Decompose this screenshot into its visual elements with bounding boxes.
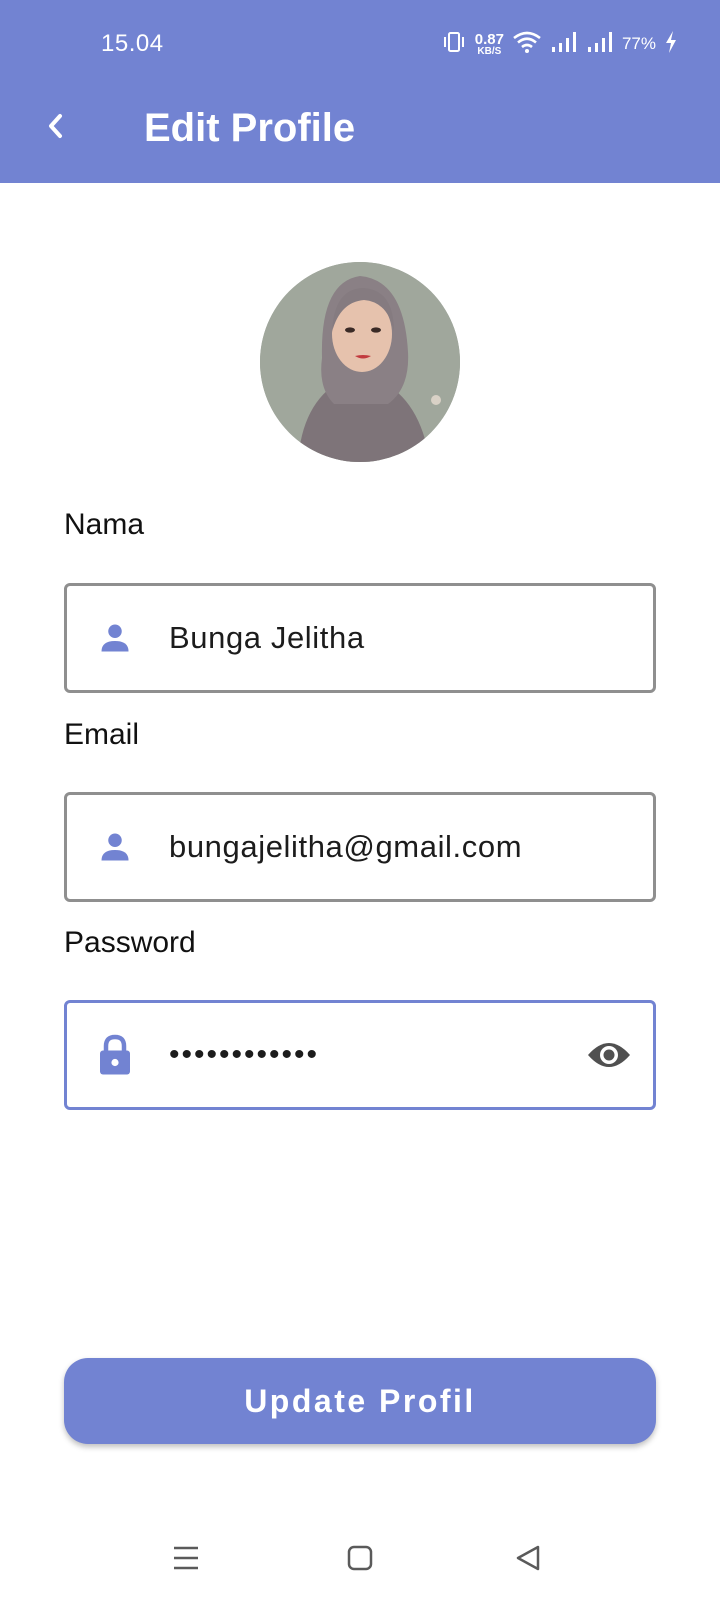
menu-icon — [172, 1545, 200, 1576]
email-field[interactable] — [64, 792, 656, 902]
lock-icon — [93, 1003, 137, 1107]
vibrate-icon — [441, 30, 467, 59]
network-speed-value: 0.87 — [474, 30, 504, 48]
network-speed: 0.87 KB/S — [475, 32, 504, 57]
person-icon — [93, 586, 137, 690]
eye-icon[interactable] — [585, 1003, 633, 1107]
back-button[interactable] — [32, 104, 80, 152]
edit-profile-screen: 15.04 0.87 KB/S 77% Edit Profile Nama Bu… — [0, 0, 720, 1600]
status-time: 15.04 — [101, 30, 164, 57]
update-profile-button[interactable]: Update Profil — [64, 1358, 656, 1444]
name-input[interactable] — [169, 612, 589, 664]
home-nav-button[interactable] — [340, 1540, 380, 1580]
network-speed-unit: KB/S — [477, 45, 502, 57]
system-nav-bar — [0, 1520, 720, 1600]
password-input[interactable] — [169, 1029, 589, 1081]
name-label: Nama — [64, 508, 145, 541]
back-nav-button[interactable] — [508, 1540, 548, 1580]
email-input[interactable] — [169, 821, 589, 873]
status-icons: 0.87 KB/S 77% — [441, 28, 678, 60]
signal-icon-2 — [586, 30, 614, 59]
chevron-left-icon — [44, 110, 68, 147]
name-field[interactable] — [64, 583, 656, 693]
avatar[interactable] — [260, 262, 460, 462]
wifi-icon — [512, 30, 542, 59]
menu-nav-button[interactable] — [166, 1540, 206, 1580]
triangle-back-icon — [514, 1544, 542, 1577]
person-icon — [93, 795, 137, 899]
email-label: Email — [64, 718, 140, 751]
app-header: 15.04 0.87 KB/S 77% Edit Profile — [0, 0, 720, 183]
password-field[interactable] — [64, 1000, 656, 1110]
battery-level: 77% — [621, 34, 656, 53]
profile-photo — [260, 262, 460, 462]
square-icon — [347, 1545, 373, 1576]
password-label: Password — [64, 926, 196, 959]
signal-icon — [550, 30, 578, 59]
page-title: Edit Profile — [144, 106, 356, 150]
charging-icon — [664, 30, 678, 59]
